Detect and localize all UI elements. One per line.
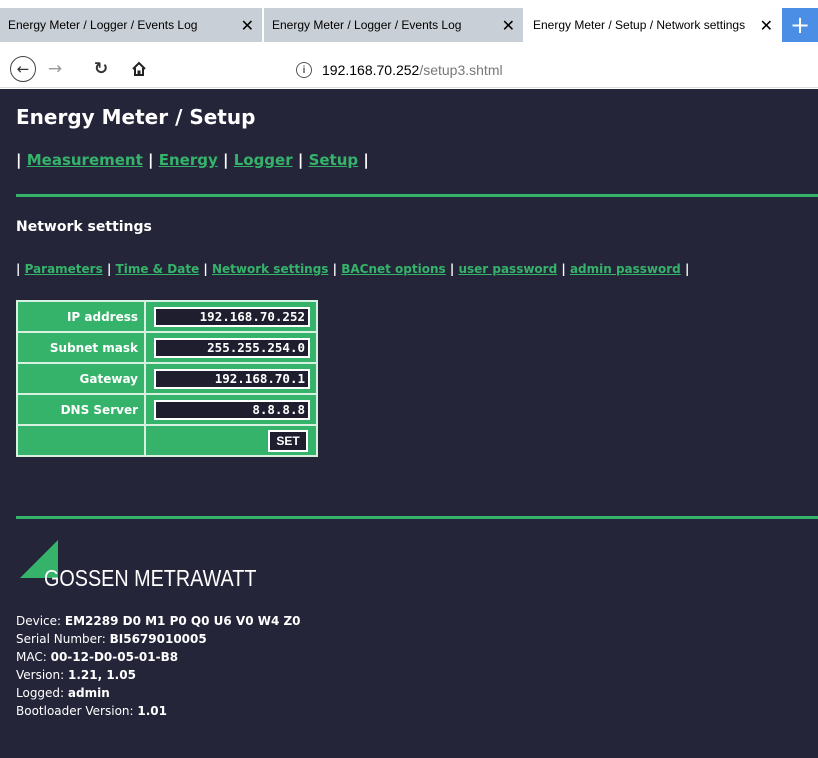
address-bar[interactable]: i 192.168.70.252/setup3.shtml <box>296 59 503 81</box>
url-path: /setup3.shtml <box>419 62 503 78</box>
subnet-mask-label: Subnet mask <box>17 332 145 363</box>
device-info-row: Bootloader Version: 1.01 <box>16 704 167 718</box>
submenu-link-time-date[interactable]: Time & Date <box>116 262 200 276</box>
network-settings-form: IP address Subnet mask Gateway DNS Serve… <box>16 300 318 457</box>
device-info-row: MAC: 00-12-D0-05-01-B8 <box>16 650 179 664</box>
submenu-link-bacnet-options[interactable]: BACnet options <box>341 262 445 276</box>
tab-events-log-2[interactable]: Energy Meter / Logger / Events Log ✕ <box>264 8 523 42</box>
subnet-mask-input[interactable] <box>154 337 310 358</box>
dns-server-label: DNS Server <box>17 394 145 425</box>
back-arrow-icon: ← <box>16 60 30 78</box>
ip-address-label: IP address <box>17 301 145 332</box>
close-icon[interactable]: ✕ <box>498 16 515 36</box>
section-title: Network settings <box>16 219 152 235</box>
submenu-separator: | <box>684 262 690 276</box>
forward-arrow-icon: → <box>47 59 63 79</box>
menu-link-measurement[interactable]: Measurement <box>27 151 143 169</box>
menu-separator: | <box>363 151 369 169</box>
main-menu: | Measurement | Energy | Logger | Setup … <box>16 151 369 169</box>
reload-button[interactable]: ↻ <box>90 56 112 82</box>
tab-label: Energy Meter / Logger / Events Log <box>8 18 198 32</box>
submenu-separator: | <box>106 262 112 276</box>
set-button[interactable]: SET <box>268 429 308 452</box>
device-info-row: Serial Number: BI5679010005 <box>16 632 207 646</box>
menu-separator: | <box>222 151 229 169</box>
forward-button[interactable]: → <box>44 56 66 82</box>
home-icon <box>132 61 146 76</box>
submenu-separator: | <box>203 262 208 276</box>
menu-separator: | <box>297 151 304 169</box>
tab-label: Energy Meter / Setup / Network settings <box>533 18 746 32</box>
close-icon[interactable]: ✕ <box>756 16 773 36</box>
reload-icon: ↻ <box>93 59 109 79</box>
setup-submenu: | Parameters | Time & Date | Network set… <box>16 262 689 276</box>
ip-address-input[interactable] <box>154 306 310 327</box>
menu-link-setup[interactable]: Setup <box>309 151 359 169</box>
divider <box>16 516 818 519</box>
form-row-subnet: Subnet mask <box>17 332 317 363</box>
page-title: Energy Meter / Setup <box>16 105 256 129</box>
url-host: 192.168.70.252 <box>322 62 420 78</box>
menu-separator: | <box>16 151 22 169</box>
new-tab-button[interactable]: + <box>782 8 818 42</box>
page-content: Energy Meter / Setup | Measurement | Ene… <box>0 89 818 758</box>
tab-network-settings[interactable]: Energy Meter / Setup / Network settings … <box>525 8 781 42</box>
tab-label: Energy Meter / Logger / Events Log <box>272 18 462 32</box>
gateway-input[interactable] <box>154 368 310 389</box>
tab-events-log-1[interactable]: Energy Meter / Logger / Events Log ✕ <box>0 8 262 42</box>
menu-separator: | <box>148 151 154 169</box>
form-row-submit: SET <box>17 425 317 456</box>
submenu-link-parameters[interactable]: Parameters <box>25 262 103 276</box>
gateway-label: Gateway <box>17 363 145 394</box>
home-button[interactable] <box>126 56 152 82</box>
form-row-dns: DNS Server <box>17 394 317 425</box>
menu-link-logger[interactable]: Logger <box>234 151 293 169</box>
close-icon[interactable]: ✕ <box>237 16 254 36</box>
submenu-link-network-settings[interactable]: Network settings <box>212 262 328 276</box>
menu-link-energy[interactable]: Energy <box>159 151 218 169</box>
dns-server-input[interactable] <box>154 399 310 420</box>
tab-strip: Energy Meter / Logger / Events Log ✕ Ene… <box>0 0 818 50</box>
submenu-separator: | <box>449 262 455 276</box>
form-row-ip: IP address <box>17 301 317 332</box>
device-info-row: Device: EM2289 D0 M1 P0 Q0 U6 V0 W4 Z0 <box>16 614 301 628</box>
submenu-link-user-password[interactable]: user password <box>458 262 557 276</box>
submenu-separator: | <box>332 262 338 276</box>
back-button[interactable]: ← <box>10 56 36 82</box>
brand-name: GOSSEN METRAWATT <box>44 565 257 591</box>
device-info-row: Logged: admin <box>16 686 110 700</box>
submenu-link-admin-password[interactable]: admin password <box>570 262 681 276</box>
device-info-row: Version: 1.21, 1.05 <box>16 668 136 682</box>
submenu-separator: | <box>561 262 566 276</box>
submenu-separator: | <box>16 262 21 276</box>
form-row-gateway: Gateway <box>17 363 317 394</box>
navigation-bar: ← → ↻ i 192.168.70.252/setup3.shtml <box>0 50 818 88</box>
device-info: Device: EM2289 D0 M1 P0 Q0 U6 V0 W4 Z0 S… <box>16 612 301 720</box>
divider <box>16 194 818 197</box>
info-icon[interactable]: i <box>296 62 312 78</box>
